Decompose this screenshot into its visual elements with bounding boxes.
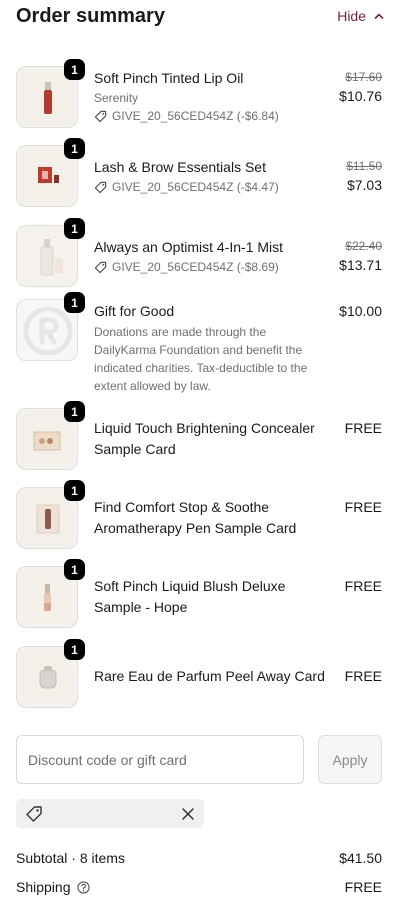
original-price: $22.40 [345,239,382,253]
product-thumbnail: 1 [16,639,85,708]
hide-label: Hide [337,8,366,24]
help-circle-icon[interactable] [76,880,90,894]
quantity-badge: 1 [64,401,85,422]
product-name: Soft Pinch Liquid Blush Deluxe Sample - … [94,578,286,615]
applied-discount-chip [16,799,204,828]
product-name: Find Comfort Stop & Soothe Aromatherapy … [94,499,297,536]
final-price: $13.71 [339,257,382,273]
apply-button[interactable]: Apply [318,735,382,784]
chevron-up-icon [374,13,384,19]
product-thumbnail: 1 [16,559,85,628]
product-name: Always an Optimist 4-In-1 Mist [94,239,284,255]
subtotal-label: Subtotal · 8 items [16,850,125,866]
line-item: 1 Rare Eau de Parfum Peel Away Card FREE [16,639,382,708]
shipping-label: Shipping [16,879,71,895]
discount-form: Apply [16,735,382,784]
product-thumbnail: 1 [16,292,85,361]
line-item: 1 Always an Optimist 4-In-1 Mist GIVE_20… [16,218,382,287]
final-price: $7.03 [346,177,382,193]
product-thumbnail: 1 [16,218,85,287]
discount-line: GIVE_20_56CED454Z (-$8.69) [94,258,332,276]
final-price: FREE [344,499,382,515]
line-item: 1 Soft Pinch Liquid Blush Deluxe Sample … [16,559,382,628]
quantity-badge: 1 [64,59,85,80]
product-name: Liquid Touch Brightening Concealer Sampl… [94,420,315,457]
original-price: $11.50 [346,159,382,173]
quantity-badge: 1 [64,639,85,660]
line-item: 1 Lash & Brow Essentials Set GIVE_20_56C… [16,138,382,207]
product-name: Gift for Good [94,303,175,319]
tag-icon [94,181,107,193]
discount-code: GIVE_20_56CED454Z (-$6.84) [112,109,279,123]
line-item: 1 Gift for Good Donations are made throu… [16,292,382,395]
final-price: FREE [344,578,382,594]
product-name: Lash & Brow Essentials Set [94,159,266,175]
product-variant: Serenity [94,91,139,105]
product-thumbnail: 1 [16,480,85,549]
subtotal-row: Subtotal · 8 items $41.50 [16,850,382,866]
final-price: FREE [344,420,382,436]
quantity-badge: 1 [64,559,85,580]
quantity-badge: 1 [64,218,85,239]
final-price: FREE [344,668,382,684]
product-name: Rare Eau de Parfum Peel Away Card [94,668,325,684]
discount-line: GIVE_20_56CED454Z (-$4.47) [94,178,332,196]
shipping-value: FREE [344,879,382,895]
quantity-badge: 1 [64,480,85,501]
discount-code: GIVE_20_56CED454Z (-$4.47) [112,180,279,194]
line-item: 1 Find Comfort Stop & Soothe Aromatherap… [16,480,382,549]
discount-line: GIVE_20_56CED454Z (-$6.84) [94,107,332,125]
product-thumbnail: 1 [16,401,85,470]
quantity-badge: 1 [64,292,85,313]
line-item: 1 Liquid Touch Brightening Concealer Sam… [16,401,382,470]
order-summary-header: Order summary Hide [16,2,384,30]
tag-icon [94,110,107,122]
tag-icon [26,805,42,822]
product-name: Soft Pinch Tinted Lip Oil [94,70,244,86]
discount-code-input[interactable] [16,735,304,784]
product-description: Donations are made through the DailyKarm… [94,325,308,393]
subtotal-value: $41.50 [339,850,382,866]
tag-icon [94,261,107,273]
original-price: $17.60 [345,70,382,84]
close-icon[interactable] [181,807,195,821]
product-thumbnail: 1 [16,138,85,207]
shipping-row: Shipping FREE [16,879,382,895]
page-title: Order summary [16,4,165,27]
final-price: $10.76 [339,88,382,104]
discount-code: GIVE_20_56CED454Z (-$8.69) [112,260,279,274]
line-item: 1 Soft Pinch Tinted Lip Oil Serenity GIV… [16,59,382,128]
product-thumbnail: 1 [16,59,85,128]
hide-summary-toggle[interactable]: Hide [337,8,384,24]
quantity-badge: 1 [64,138,85,159]
final-price: $10.00 [339,303,382,319]
